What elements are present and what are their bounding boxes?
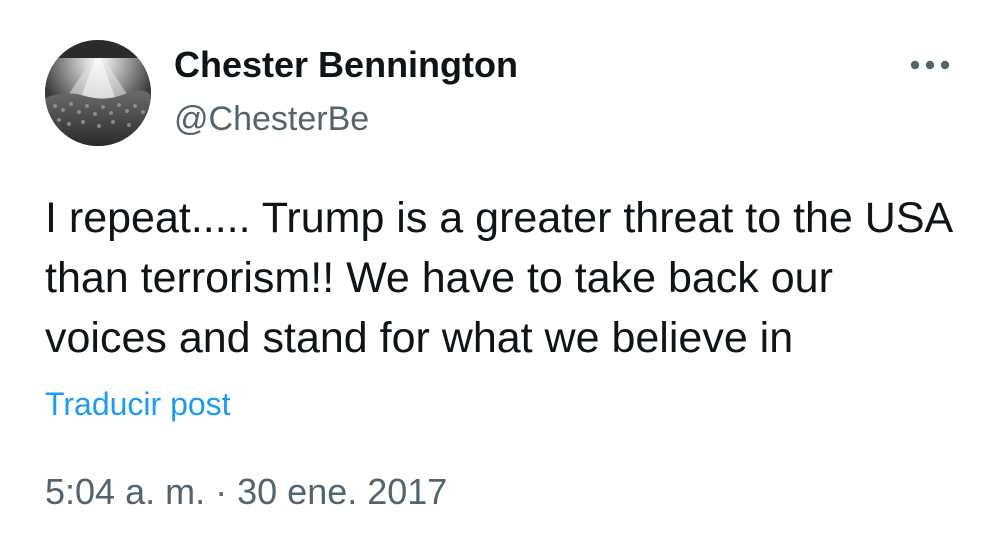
post-time[interactable]: 5:04 a. m. <box>45 471 205 512</box>
author-handle[interactable]: @ChesterBe <box>174 99 369 139</box>
post-date[interactable]: 30 ene. 2017 <box>237 471 447 512</box>
translate-post-link[interactable]: Traducir post <box>45 384 231 424</box>
tweet-card: Chester Bennington @ChesterBe I repeat..… <box>0 0 1000 556</box>
post-timestamp: 5:04 a. m. · 30 ene. 2017 <box>45 470 447 514</box>
avatar[interactable] <box>45 40 151 146</box>
timestamp-separator: · <box>215 471 228 512</box>
more-options-icon[interactable] <box>908 54 952 76</box>
post-text: I repeat..... Trump is a greater threat … <box>45 194 951 362</box>
author-display-name[interactable]: Chester Bennington <box>174 44 518 86</box>
